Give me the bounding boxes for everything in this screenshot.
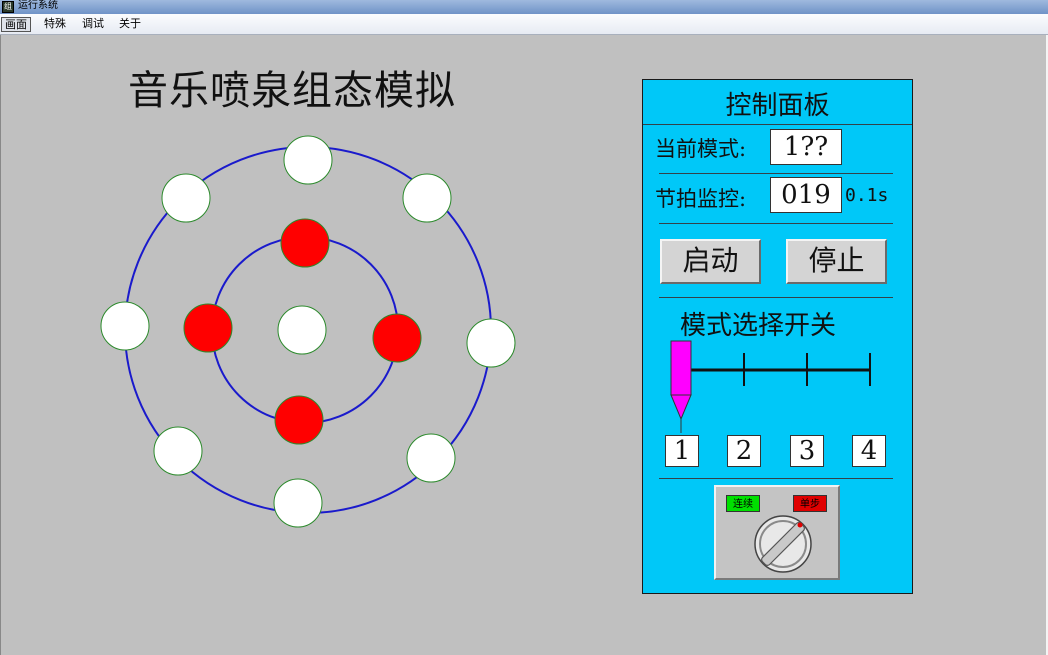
panel-divider (659, 297, 893, 298)
mode-label: 当前模式: (655, 137, 747, 161)
outer-light-5 (273, 478, 323, 528)
mode-selector-switch[interactable] (643, 335, 912, 435)
rotary-knob[interactable] (748, 513, 818, 575)
outer-light-2 (402, 173, 452, 223)
inner-light-left (183, 303, 233, 353)
run-mode-knob-box: 连续 单步 (714, 485, 840, 580)
center-light (277, 305, 327, 355)
outer-light-7 (100, 301, 150, 351)
window-title: 运行系统 (18, 0, 58, 11)
continuous-indicator: 连续 (726, 495, 760, 512)
control-panel: 控制面板 当前模式: 1?? 节拍监控: 019 0.1s 启动 停止 模式选择… (642, 79, 913, 594)
menu-bar: 画面 特殊 调试 关于 (0, 14, 1048, 35)
outer-light-4 (406, 433, 456, 483)
inner-light-bottom (274, 395, 324, 445)
beat-unit: 0.1s (845, 185, 889, 206)
switch-position-1[interactable]: 1 (665, 435, 699, 467)
menu-item-debug[interactable]: 调试 (79, 17, 107, 32)
panel-divider (659, 223, 893, 224)
menu-item-about[interactable]: 关于 (116, 17, 144, 32)
stop-button[interactable]: 停止 (786, 239, 887, 284)
mode-value: 1?? (770, 129, 842, 165)
app-window: 组 运行系统 画面 特殊 调试 关于 音乐喷泉组态模拟 控制面板 当前模式: 1… (0, 0, 1048, 655)
switch-position-4[interactable]: 4 (852, 435, 886, 467)
switch-position-2[interactable]: 2 (727, 435, 761, 467)
start-button[interactable]: 启动 (660, 239, 761, 284)
outer-light-1 (283, 135, 333, 185)
beat-value: 019 (770, 177, 842, 213)
inner-light-top (280, 218, 330, 268)
app-icon: 组 (2, 1, 14, 13)
outer-light-3 (466, 318, 516, 368)
panel-title: 控制面板 (725, 91, 830, 121)
fountain-diagram (100, 135, 516, 528)
panel-divider (659, 478, 893, 479)
switch-pointer[interactable] (670, 340, 692, 433)
switch-position-3[interactable]: 3 (790, 435, 824, 467)
menu-item-screen[interactable]: 画面 (1, 17, 31, 32)
menu-item-special[interactable]: 特殊 (41, 17, 69, 32)
outer-light-6 (153, 426, 203, 476)
panel-divider (659, 173, 893, 174)
inner-light-right (372, 313, 422, 363)
single-step-indicator: 单步 (793, 495, 827, 512)
page-title: 音乐喷泉组态模拟 (128, 68, 456, 114)
panel-divider (643, 124, 912, 125)
title-bar: 组 运行系统 (0, 0, 1048, 14)
outer-light-8 (161, 173, 211, 223)
beat-label: 节拍监控: (655, 187, 747, 211)
